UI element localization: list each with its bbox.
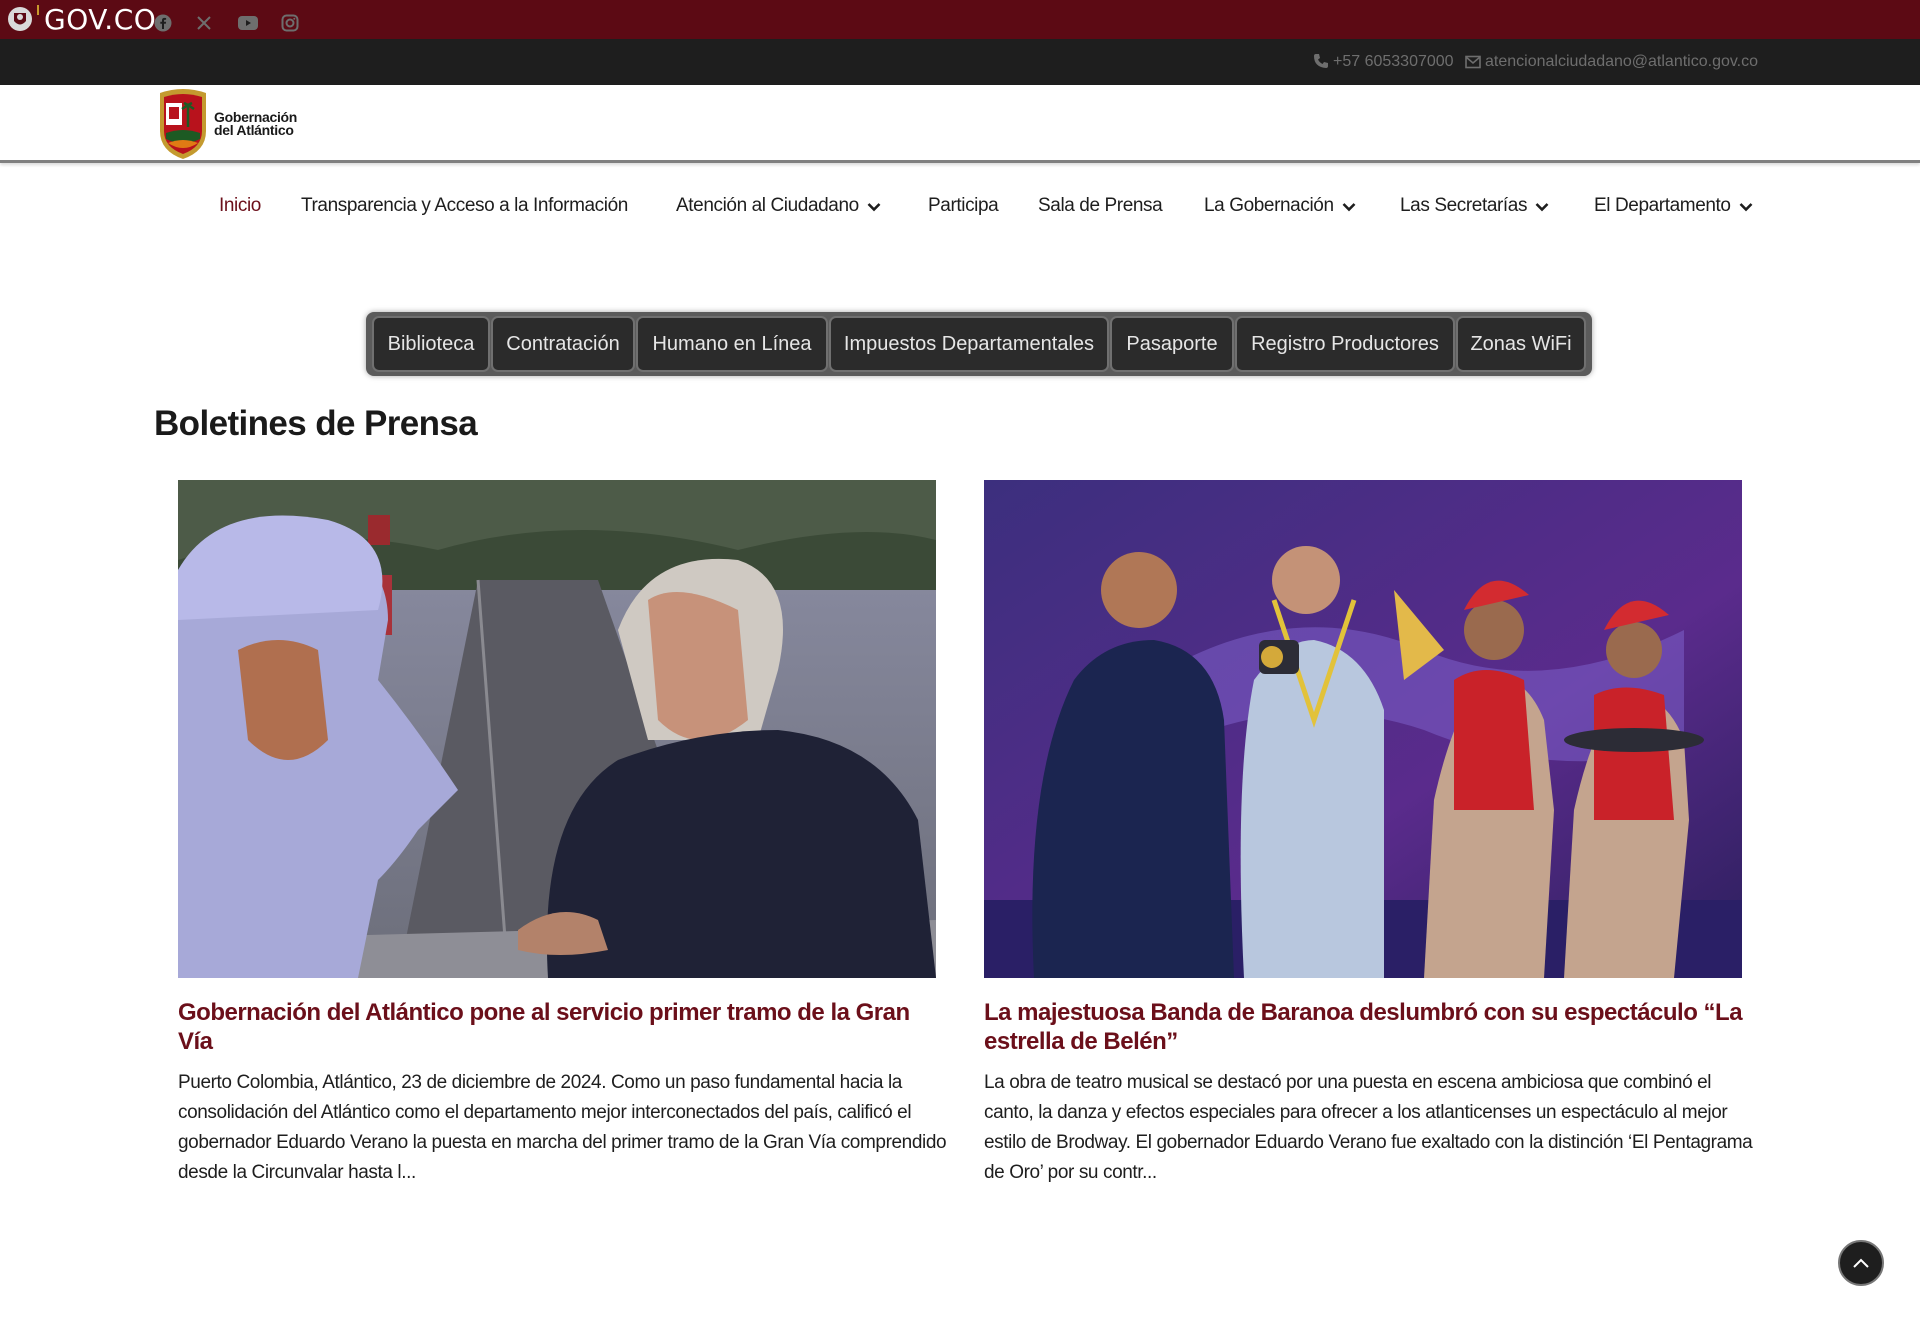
nav-inicio[interactable]: Inicio	[219, 192, 261, 220]
chevron-down-icon	[1739, 203, 1752, 212]
nav-las-secretarias[interactable]: Las Secretarías	[1400, 192, 1549, 220]
nav-participa[interactable]: Participa	[928, 192, 999, 220]
news-excerpt-2: La obra de teatro musical se destacó por…	[984, 1072, 1753, 1183]
quick-link-pasaporte[interactable]: Pasaporte	[1110, 316, 1234, 372]
chevron-down-icon	[1342, 203, 1356, 212]
news-image-gran-via[interactable]	[178, 480, 936, 978]
nav-el-departamento[interactable]: El Departamento	[1594, 192, 1753, 220]
site-header: Gobernación del Atlántico	[0, 85, 1920, 163]
colombia-shield-icon[interactable]	[6, 5, 34, 33]
back-to-top-button[interactable]	[1838, 1240, 1884, 1286]
news-title-2[interactable]: La majestuosa Banda de Baranoa deslumbró…	[984, 998, 1744, 1056]
chevron-down-icon	[867, 203, 881, 212]
quick-link-biblioteca[interactable]: Biblioteca	[372, 316, 490, 372]
news-image-banda-baranoa[interactable]	[984, 480, 1742, 978]
nav-transparencia-label: Transparencia y Acceso a la Información	[301, 195, 628, 216]
gov-co-link[interactable]: GOV.CO	[44, 4, 156, 36]
phone-contact[interactable]: +57 6053307000	[1313, 51, 1454, 73]
quick-link-registro-productores[interactable]: Registro Productores	[1235, 316, 1455, 372]
chevron-up-icon	[1853, 1258, 1869, 1268]
nav-la-gobernacion[interactable]: La Gobernación	[1204, 192, 1356, 220]
quick-link-zonas-wifi[interactable]: Zonas WiFi	[1456, 316, 1586, 372]
nav-las-secretarias-label: Las Secretarías	[1400, 195, 1528, 216]
brand-name: Gobernación del Atlántico	[214, 110, 297, 138]
email-contact[interactable]: atencionalciudadano@atlantico.gov.co	[1465, 51, 1758, 73]
news-excerpt-1: Puerto Colombia, Atlántico, 23 de diciem…	[178, 1072, 947, 1183]
gov-divider	[37, 5, 39, 15]
brand-logo[interactable]: Gobernación del Atlántico	[154, 87, 314, 161]
facebook-icon[interactable]	[150, 10, 176, 36]
envelope-icon	[1465, 55, 1481, 69]
quick-link-impuestos[interactable]: Impuestos Departamentales	[829, 316, 1109, 372]
nav-el-departamento-label: El Departamento	[1594, 195, 1731, 216]
nav-transparencia[interactable]: Transparencia y Acceso a la Información	[301, 192, 628, 220]
news-title-1[interactable]: Gobernación del Atlántico pone al servic…	[178, 998, 938, 1056]
x-icon[interactable]	[191, 10, 217, 36]
quick-link-humano-en-linea[interactable]: Humano en Línea	[636, 316, 828, 372]
nav-atencion-ciudadano-label: Atención al Ciudadano	[676, 195, 859, 216]
nav-la-gobernacion-label: La Gobernación	[1204, 195, 1334, 216]
section-title: Boletines de Prensa	[154, 404, 478, 443]
nav-inicio-label: Inicio	[219, 195, 261, 216]
instagram-icon[interactable]	[277, 10, 303, 36]
quick-link-contratacion[interactable]: Contratación	[491, 316, 635, 372]
phone-number: +57 6053307000	[1333, 53, 1454, 70]
chevron-down-icon	[1535, 203, 1549, 212]
phone-icon	[1314, 54, 1328, 68]
brand-name-line2: del Atlántico	[214, 122, 294, 138]
nav-sala-prensa-label: Sala de Prensa	[1038, 195, 1163, 216]
nav-sala-prensa[interactable]: Sala de Prensa	[1038, 192, 1163, 220]
nav-participa-label: Participa	[928, 195, 999, 216]
email-address: atencionalciudadano@atlantico.gov.co	[1485, 53, 1759, 70]
nav-atencion-ciudadano[interactable]: Atención al Ciudadano	[676, 192, 881, 220]
atlantico-coat-of-arms-icon	[160, 89, 206, 159]
youtube-icon[interactable]	[235, 10, 261, 36]
